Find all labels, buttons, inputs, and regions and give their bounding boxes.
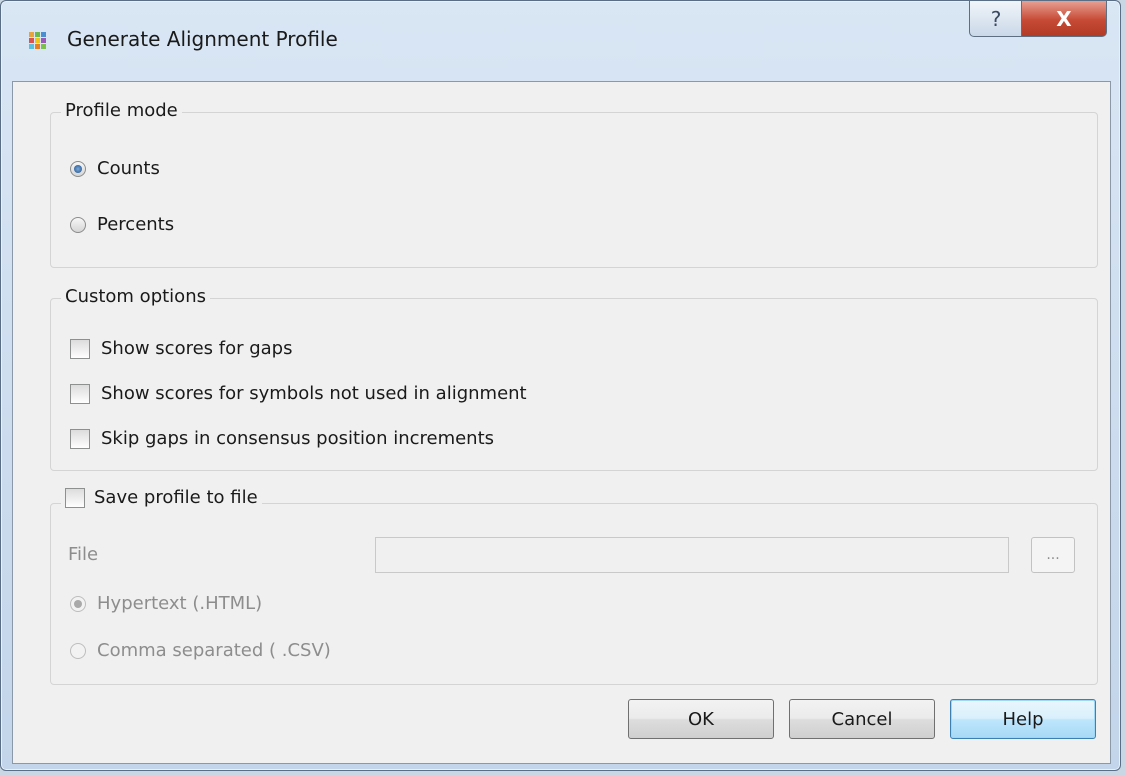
skip-gaps-label: Skip gaps in consensus position incremen… — [101, 428, 495, 449]
title-bar[interactable]: Generate Alignment Profile ? X — [1, 1, 1120, 81]
counts-label: Counts — [97, 158, 160, 179]
cancel-button[interactable]: Cancel — [789, 699, 935, 739]
csv-format-radio[interactable]: Comma separated ( .CSV) — [70, 640, 331, 661]
html-format-radio[interactable]: Hypertext (.HTML) — [70, 593, 262, 614]
show-gaps-checkbox[interactable]: Show scores for gaps — [70, 338, 293, 359]
close-button[interactable]: X — [1021, 1, 1107, 37]
profile-mode-legend: Profile mode — [61, 100, 182, 121]
save-profile-checkbox[interactable]: Save profile to file — [61, 487, 262, 508]
skip-gaps-checkbox[interactable]: Skip gaps in consensus position incremen… — [70, 428, 494, 449]
csv-format-label: Comma separated ( .CSV) — [97, 640, 331, 661]
percents-radio[interactable]: Percents — [70, 214, 174, 235]
window-title: Generate Alignment Profile — [67, 27, 338, 51]
profile-mode-group — [50, 112, 1098, 268]
show-unused-symbols-checkbox[interactable]: Show scores for symbols not used in alig… — [70, 383, 527, 404]
percents-label: Percents — [97, 214, 175, 235]
file-label: File — [68, 544, 99, 565]
radio-unselected-icon — [70, 216, 86, 233]
ok-button[interactable]: OK — [628, 699, 774, 739]
checkbox-box — [70, 383, 90, 404]
file-path-input[interactable] — [375, 537, 1009, 573]
radio-unselected-icon — [70, 642, 86, 659]
app-grid-icon — [29, 32, 47, 50]
help-button[interactable]: Help — [950, 699, 1096, 739]
show-unused-symbols-label: Show scores for symbols not used in alig… — [101, 383, 527, 404]
checkbox-box — [65, 487, 85, 508]
radio-selected-icon — [70, 595, 86, 612]
counts-radio[interactable]: Counts — [70, 158, 160, 179]
checkbox-box — [70, 338, 90, 359]
browse-button[interactable]: ... — [1031, 537, 1075, 573]
html-format-label: Hypertext (.HTML) — [97, 593, 263, 614]
dialog-window: Generate Alignment Profile ? X Profile m… — [0, 0, 1121, 771]
save-profile-label: Save profile to file — [94, 487, 258, 508]
help-title-button[interactable]: ? — [969, 1, 1023, 37]
radio-selected-icon — [70, 160, 86, 177]
custom-options-legend: Custom options — [61, 286, 210, 307]
show-gaps-label: Show scores for gaps — [101, 338, 293, 359]
checkbox-box — [70, 428, 90, 449]
dialog-body: Profile mode Counts Percents Custom opti… — [12, 81, 1111, 764]
